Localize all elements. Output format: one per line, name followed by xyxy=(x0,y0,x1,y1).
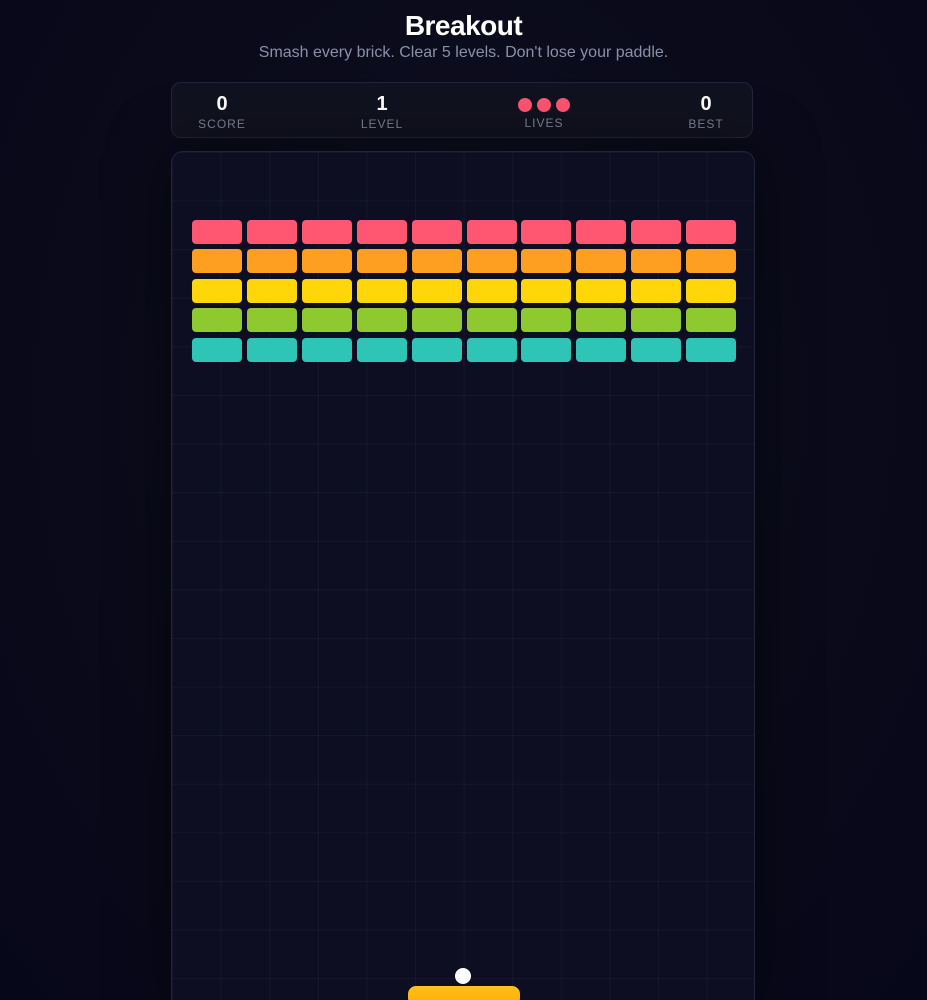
paddle[interactable] xyxy=(408,986,520,1000)
brick xyxy=(466,220,517,244)
brick xyxy=(576,220,627,244)
game-subtitle: Smash every brick. Clear 5 levels. Don't… xyxy=(258,44,669,61)
brick xyxy=(576,278,627,303)
score-stat: 0 SCORE xyxy=(172,83,272,139)
brick xyxy=(686,308,737,333)
brick xyxy=(631,308,682,333)
lives-stat: LIVES xyxy=(494,83,594,139)
life-dot xyxy=(556,98,570,112)
level-label: LEVEL xyxy=(360,117,404,131)
brick xyxy=(521,249,572,274)
brick xyxy=(192,337,242,362)
brick xyxy=(686,337,737,362)
best-label: BEST xyxy=(688,117,724,131)
brick xyxy=(246,220,297,244)
brick xyxy=(246,278,297,303)
brick xyxy=(576,337,627,362)
life-dot xyxy=(518,98,532,112)
brick xyxy=(192,220,242,244)
ball xyxy=(455,968,471,984)
brick xyxy=(301,249,352,274)
brick xyxy=(411,337,462,362)
brick xyxy=(686,220,737,244)
score-value: 0 xyxy=(216,93,228,115)
breakout-page: Breakout Smash every brick. Clear 5 leve… xyxy=(0,0,927,1000)
game-canvas[interactable] xyxy=(171,151,755,1000)
brick xyxy=(411,220,462,244)
brick xyxy=(301,308,352,333)
hud-bar: 0 SCORE 1 LEVEL LIVES 0 BEST xyxy=(171,82,753,138)
level-value: 1 xyxy=(376,93,388,115)
brick xyxy=(356,220,407,244)
best-stat: 0 BEST xyxy=(656,83,756,139)
brick xyxy=(466,249,517,274)
best-value: 0 xyxy=(700,93,712,115)
brick xyxy=(192,308,242,333)
brick xyxy=(301,337,352,362)
brick xyxy=(301,278,352,303)
brick xyxy=(521,308,572,333)
brick xyxy=(192,278,242,303)
level-stat: 1 LEVEL xyxy=(332,83,432,139)
brick xyxy=(631,278,682,303)
brick xyxy=(466,337,517,362)
brick xyxy=(411,308,462,333)
brick xyxy=(246,308,297,333)
brick xyxy=(466,278,517,303)
brick xyxy=(411,249,462,274)
brick xyxy=(576,308,627,333)
brick xyxy=(521,337,572,362)
brick xyxy=(576,249,627,274)
brick xyxy=(301,220,352,244)
brick xyxy=(631,220,682,244)
brick xyxy=(466,308,517,333)
brick xyxy=(631,337,682,362)
brick xyxy=(631,249,682,274)
lives-label: LIVES xyxy=(524,116,564,130)
brick xyxy=(411,278,462,303)
brick xyxy=(246,249,297,274)
brick xyxy=(686,249,737,274)
brick xyxy=(192,249,242,274)
lives-indicator xyxy=(494,98,594,112)
brick xyxy=(356,278,407,303)
brick xyxy=(356,337,407,362)
game-title: Breakout xyxy=(404,10,523,41)
score-label: SCORE xyxy=(198,117,246,131)
brick xyxy=(246,337,297,362)
brick xyxy=(356,308,407,333)
brick xyxy=(521,220,572,244)
brick xyxy=(356,249,407,274)
life-dot xyxy=(537,98,551,112)
brick xyxy=(686,278,737,303)
brick xyxy=(521,278,572,303)
